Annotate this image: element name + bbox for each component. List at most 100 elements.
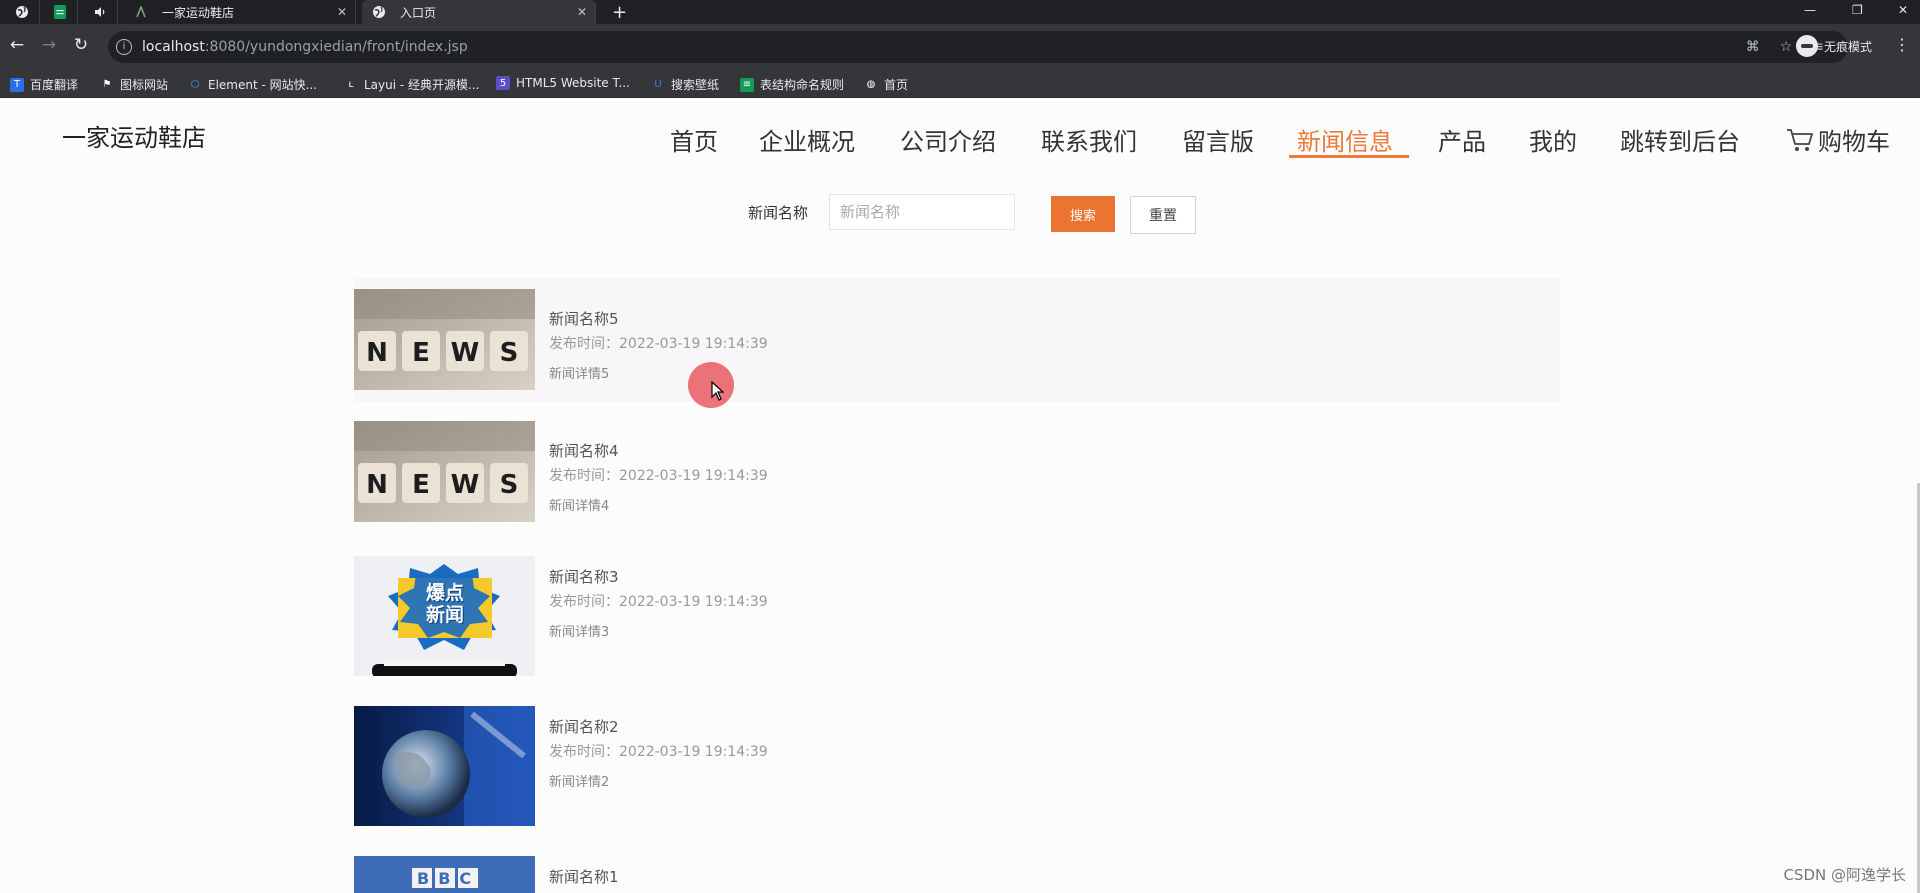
bookmark-item[interactable]: T 百度翻译 (10, 76, 78, 93)
news-title[interactable]: 新闻名称4 (549, 440, 619, 461)
more-menu-icon[interactable]: ⋮ (1894, 35, 1910, 54)
bookmarks-bar: T 百度翻译 ⚑ 图标网站 ⬡ Element - 网站快... ʟ Layui - 经… (0, 70, 1920, 98)
news-detail: 新闻详情4 (549, 499, 610, 514)
bookmark-item[interactable]: ⚑ 图标网站 (100, 76, 169, 93)
translate-icon[interactable]: ⌘ (1746, 39, 1760, 55)
bookmark-item[interactable]: ʟ Layui - 经典开源模... (344, 76, 479, 93)
forward-arrow-icon[interactable]: → (38, 35, 60, 55)
tab-title: 一家运动鞋店 (162, 5, 235, 20)
news-name-input[interactable] (829, 194, 1015, 230)
news-detail: 新闻详情3 (549, 625, 610, 640)
tab-pinned-sheet[interactable] (42, 0, 78, 24)
page-content: 一家运动鞋店 首页 企业概况 公司介绍 联系我们 留言版 新闻信息 产品 我的 … (0, 98, 1920, 893)
browser-tab-strip: 一家运动鞋店 ✕ 入口页 ✕ + — ❐ ✕ (0, 0, 1920, 24)
site-info-icon[interactable]: i (116, 39, 132, 55)
bookmark-item[interactable]: ⬡ Element - 网站快... (188, 76, 317, 93)
profile-label: 无痕模式 (1824, 39, 1873, 54)
nav-item-mine[interactable]: 我的 (1529, 122, 1577, 157)
svg-text:E: E (412, 338, 430, 368)
url-host: localhost (142, 39, 205, 55)
nav-cart-label: 购物车 (1818, 128, 1890, 156)
site-brand[interactable]: 一家运动鞋店 (62, 118, 206, 153)
news-title[interactable]: 新闻名称5 (549, 308, 619, 329)
nav-item-home[interactable]: 首页 (670, 122, 718, 157)
news-thumbnail[interactable]: 爆点新闻 (354, 556, 535, 676)
element-icon: ⬡ (190, 79, 200, 90)
svg-text:N: N (366, 470, 388, 500)
page-icon (134, 5, 148, 19)
bookmark-star-icon[interactable]: ☆ (1780, 39, 1793, 55)
news-thumbnail[interactable]: N E W S (354, 289, 535, 390)
bookmark-item[interactable]: ◍ 首页 (864, 76, 908, 93)
minimize-icon[interactable]: — (1804, 3, 1816, 17)
nav-item-company-overview[interactable]: 企业概况 (759, 122, 855, 157)
url-path: :8080/yundongxiedian/front/index.jsp (204, 39, 468, 55)
svg-text:W: W (451, 470, 480, 500)
html5-icon: 5 (496, 76, 510, 90)
svg-text:W: W (451, 338, 480, 368)
tab-shop[interactable]: 一家运动鞋店 ✕ (124, 0, 356, 24)
restore-icon[interactable]: ❐ (1852, 3, 1863, 17)
sheet-icon (53, 5, 67, 19)
incognito-icon (1796, 35, 1818, 57)
close-window-icon[interactable]: ✕ (1898, 3, 1908, 17)
nav-item-contact-us[interactable]: 联系我们 (1041, 122, 1137, 157)
news-item[interactable]: N E W S 新闻名称5 发布时间：2022-03-19 19:14:39 新… (354, 278, 1560, 402)
search-button[interactable]: 搜索 (1051, 196, 1115, 232)
reload-icon[interactable]: ↻ (70, 35, 92, 55)
active-nav-underline (1289, 155, 1409, 158)
news-item[interactable]: N E W S 新闻名称4 发布时间：2022-03-19 19:14:39 新… (354, 410, 1560, 534)
speaker-icon (93, 5, 107, 19)
svg-text:E: E (412, 470, 430, 500)
news-thumbnail[interactable]: N E W S (354, 421, 535, 522)
bbc-logo-text: BBC (417, 869, 481, 888)
close-tab-icon[interactable]: ✕ (577, 5, 587, 19)
news-title[interactable]: 新闻名称3 (549, 566, 619, 587)
translate-icon: T (10, 77, 24, 92)
news-thumbnail[interactable] (354, 706, 535, 826)
tab-title: 入口页 (400, 5, 437, 20)
nav-item-products[interactable]: 产品 (1438, 122, 1486, 157)
svg-text:N: N (366, 338, 388, 368)
tab-pinned-audio[interactable] (82, 0, 118, 24)
globe-icon (15, 5, 29, 19)
svg-text:S: S (500, 338, 519, 368)
nav-item-guestbook[interactable]: 留言版 (1182, 122, 1254, 157)
news-item[interactable]: 新闻名称2 发布时间：2022-03-19 19:14:39 新闻详情2 (354, 694, 1560, 834)
news-title[interactable]: 新闻名称2 (549, 716, 619, 737)
news-publish-time: 发布时间：2022-03-19 19:14:39 (549, 468, 768, 484)
reset-button[interactable]: 重置 (1130, 196, 1196, 234)
nav-item-cart[interactable]: 购物车 (1786, 122, 1890, 157)
close-tab-icon[interactable]: ✕ (337, 5, 347, 19)
bookmark-item[interactable]: 5 HTML5 Website T... (496, 76, 630, 90)
search-label: 新闻名称 (748, 204, 809, 222)
tab-entry-page[interactable]: 入口页 ✕ (362, 0, 596, 24)
news-item[interactable]: 爆点新闻 新闻名称3 发布时间：2022-03-19 19:14:39 新闻详情… (354, 544, 1560, 684)
svg-text:S: S (500, 470, 519, 500)
sheet-icon: ≡ (740, 77, 754, 92)
new-tab-icon[interactable]: + (612, 2, 627, 23)
cart-icon (1786, 127, 1814, 153)
back-arrow-icon[interactable]: ← (6, 35, 28, 55)
incognito-profile[interactable]: 无痕模式 (1796, 35, 1872, 57)
news-publish-time: 发布时间：2022-03-19 19:14:39 (549, 594, 768, 610)
news-thumbnail[interactable]: BBC (354, 856, 535, 893)
bookmark-item[interactable]: U 搜索壁纸 (651, 76, 719, 93)
news-detail: 新闻详情5 (549, 367, 610, 382)
address-bar[interactable]: i localhost:8080/yundongxiedian/front/in… (108, 31, 1848, 63)
news-title[interactable]: 新闻名称1 (549, 866, 619, 887)
globe-icon: ◍ (866, 79, 876, 90)
mouse-pointer-icon (711, 380, 725, 405)
page-scrollbar[interactable] (1915, 98, 1920, 893)
watermark: CSDN @阿逸学长 (1783, 866, 1906, 884)
tab-pinned-globe[interactable] (4, 0, 40, 24)
nav-item-news[interactable]: 新闻信息 (1297, 122, 1393, 157)
nav-item-admin[interactable]: 跳转到后台 (1620, 122, 1740, 157)
nav-item-company-intro[interactable]: 公司介绍 (900, 122, 996, 157)
layui-icon: ʟ (348, 79, 354, 90)
bookmark-item[interactable]: ≡ 表结构命名规则 (740, 76, 844, 93)
flag-icon: ⚑ (102, 79, 112, 90)
wallpaper-icon: U (654, 79, 662, 90)
globe-icon (372, 5, 386, 19)
news-item[interactable]: BBC 新闻名称1 (354, 844, 1560, 893)
